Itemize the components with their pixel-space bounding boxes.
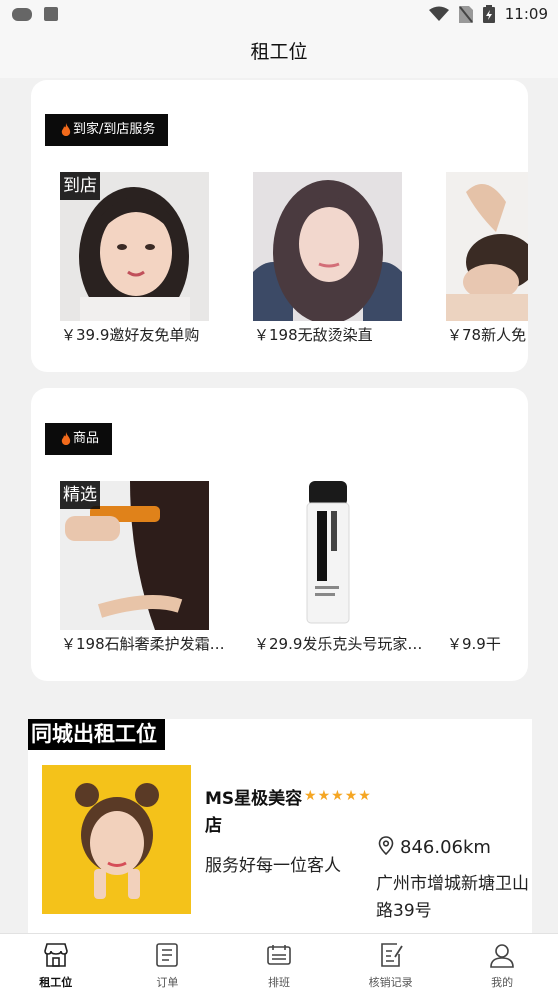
fire-icon — [61, 123, 71, 136]
wifi-icon — [428, 6, 449, 21]
service-item-image — [253, 172, 402, 321]
status-time: 11:09 — [504, 5, 548, 23]
nav-label: 租工位 — [39, 976, 73, 989]
rental-section-title: 同城出租工位 — [28, 719, 165, 750]
star-icon: ★ — [344, 788, 358, 804]
product-item-caption: ￥9.9干 — [447, 635, 501, 653]
product-item-caption: ￥29.9发乐克头号玩家… — [254, 635, 423, 653]
nav-item-schedule[interactable]: 排班 — [223, 934, 335, 992]
star-icon: ★ — [358, 788, 371, 804]
verify-record-icon — [376, 941, 406, 969]
product-card: 商品 精选 ￥198石斛奢柔护发霜… ￥29.9发乐克头号玩家… ￥9.9干 — [31, 388, 528, 681]
shop-thumbnail[interactable] — [42, 765, 191, 914]
status-bar: 11:09 — [0, 0, 558, 28]
shop-distance: 846.06km — [400, 837, 491, 858]
fire-icon — [61, 432, 71, 445]
shop-rating: ★ ★ ★ ★ ★ — [304, 789, 371, 803]
nav-label: 我的 — [491, 976, 514, 989]
service-item-caption: ￥39.9邀好友免单购 — [61, 326, 200, 344]
nav-item-verify-records[interactable]: 核销记录 — [335, 934, 447, 992]
battery-icon — [482, 5, 495, 23]
product-item-image — [253, 481, 402, 630]
no-sim-icon — [458, 5, 473, 23]
star-icon: ★ — [331, 788, 344, 804]
service-item-badge: 到店 — [60, 172, 100, 200]
service-card: 到家/到店服务 到店 ￥39.9邀好友免单购 ￥198无敌烫染直 ￥78新人免 — [31, 80, 528, 372]
product-item-badge: 精选 — [60, 481, 100, 509]
shop-name[interactable]: MS星极美容店 — [205, 786, 315, 840]
a-notification-icon — [44, 7, 58, 21]
nav-label: 核销记录 — [368, 976, 413, 989]
service-tag-label: 到家/到店服务 — [73, 122, 156, 137]
gamepad-icon — [12, 7, 32, 21]
bottom-nav: 租工位 订单 排班 核销记录 我的 — [0, 933, 558, 992]
page-title: 租工位 — [0, 28, 558, 78]
profile-icon — [487, 941, 517, 969]
nav-item-orders[interactable]: 订单 — [112, 934, 224, 992]
location-pin-icon — [378, 836, 394, 855]
service-item-caption: ￥198无敌烫染直 — [254, 326, 373, 344]
nav-label: 排班 — [267, 976, 290, 989]
product-tag: 商品 — [45, 423, 113, 455]
shop-address: 广州市增城新塘卫山路39号 — [376, 874, 529, 921]
product-tag-label: 商品 — [73, 431, 100, 446]
star-icon: ★ — [317, 788, 331, 804]
product-item-caption: ￥198石斛奢柔护发霜… — [61, 635, 225, 653]
service-item-caption: ￥78新人免 — [447, 326, 527, 344]
service-item-image — [446, 172, 528, 321]
nav-label: 订单 — [156, 976, 179, 989]
schedule-icon — [264, 941, 294, 969]
shop-description: 服务好每一位客人 — [205, 856, 341, 876]
nav-item-profile[interactable]: 我的 — [446, 934, 558, 992]
order-icon — [152, 941, 182, 969]
star-icon: ★ — [304, 788, 317, 804]
nav-item-rent-station[interactable]: 租工位 — [0, 934, 112, 992]
shop-icon — [41, 941, 71, 969]
service-tag: 到家/到店服务 — [45, 114, 169, 146]
rental-section: 同城出租工位 MS星极美容店 ★ ★ ★ ★ ★ 服务好每一位客人 846.06… — [28, 719, 532, 933]
